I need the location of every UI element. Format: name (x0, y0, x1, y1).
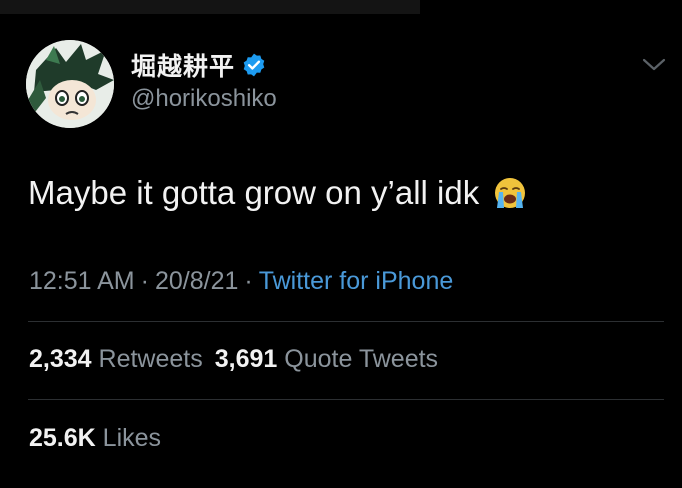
likes-label: Likes (102, 424, 162, 452)
quote-tweets-stat[interactable]: 3,691 Quote Tweets (215, 345, 438, 373)
retweets-stat[interactable]: 2,334 Retweets (29, 345, 203, 373)
top-bar (0, 0, 420, 14)
tweet-source-link[interactable]: Twitter for iPhone (259, 267, 454, 295)
tweet-meta: 12:51 AM · 20/8/21 · Twitter for iPhone (29, 267, 453, 296)
likes-stat[interactable]: 25.6K Likes (29, 424, 161, 452)
meta-separator: · (244, 267, 253, 295)
avatar[interactable] (26, 40, 114, 128)
likes-stats: 25.6K Likes (29, 424, 173, 453)
verified-badge-icon (241, 52, 267, 78)
quote-tweets-count: 3,691 (214, 345, 278, 373)
tweet-text: Maybe it gotta grow on y’all idk (28, 174, 527, 212)
display-name[interactable]: 堀越耕平 (131, 47, 267, 83)
retweets-count: 2,334 (29, 345, 92, 373)
tweet-text-content: Maybe it gotta grow on y’all idk (28, 174, 480, 211)
quote-tweets-label: Quote Tweets (284, 345, 439, 373)
display-name-text: 堀越耕平 (131, 53, 236, 81)
engagement-stats: 2,334 Retweets 3,691 Quote Tweets (29, 345, 450, 374)
user-handle[interactable]: @horikoshiko (131, 85, 277, 113)
retweets-label: Retweets (98, 345, 203, 373)
divider (28, 321, 664, 322)
divider (28, 399, 664, 400)
tweet-date[interactable]: 20/8/21 (155, 267, 238, 295)
loudly-crying-face-icon (493, 176, 527, 210)
tweet-time[interactable]: 12:51 AM (29, 267, 135, 295)
meta-separator: · (140, 267, 149, 295)
chevron-down-icon[interactable] (640, 55, 668, 75)
likes-count: 25.6K (29, 424, 96, 452)
avatar-image (26, 40, 114, 128)
